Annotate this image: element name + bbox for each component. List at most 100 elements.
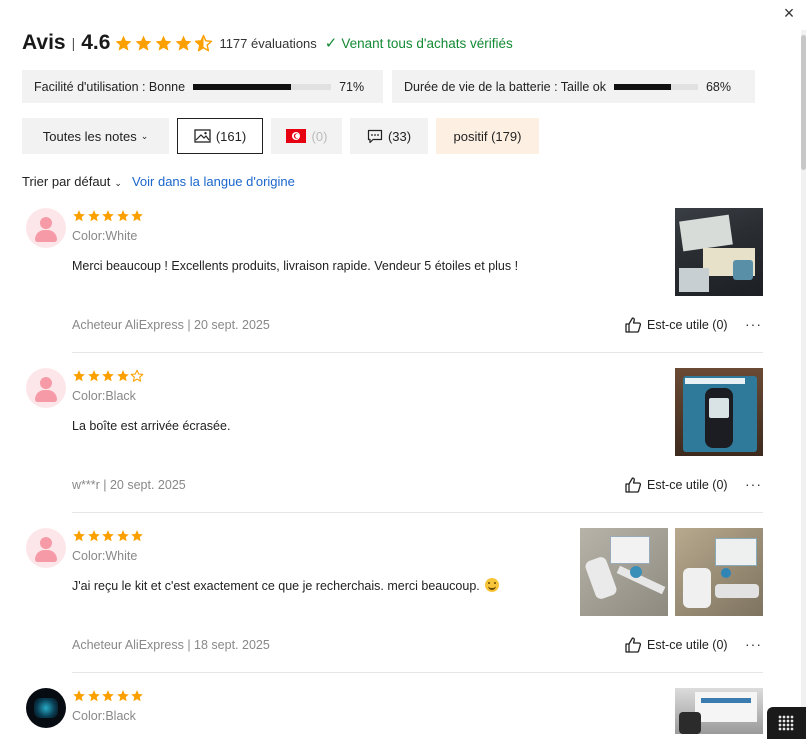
helpful-label: Est-ce utile (0) xyxy=(647,318,728,332)
average-score: 4.6 xyxy=(81,31,111,54)
avatar xyxy=(26,528,66,568)
title-separator: | xyxy=(71,35,76,51)
filter-local-country[interactable]: (0) xyxy=(271,118,342,154)
review-text: La boîte est arrivée écrasée. xyxy=(72,419,231,433)
qr-code-widget[interactable] xyxy=(767,707,806,739)
tunisia-flag-icon xyxy=(285,129,306,143)
chevron-down-icon: ⌄ xyxy=(114,178,122,188)
review-stars xyxy=(72,529,145,543)
star-icon xyxy=(176,35,192,51)
stat-percent: 71% xyxy=(339,79,365,94)
star-icon xyxy=(156,35,172,51)
star-icon xyxy=(102,530,115,542)
helpful-label: Est-ce utile (0) xyxy=(647,478,728,492)
image-icon xyxy=(194,129,211,143)
review-stars xyxy=(72,369,145,383)
filter-all-notes-label: Toutes les notes xyxy=(42,128,137,144)
star-icon xyxy=(73,530,85,542)
filter-positive-label: positif (179) xyxy=(453,128,522,144)
helpful-label: Est-ce utile (0) xyxy=(647,638,728,652)
review-divider xyxy=(72,352,763,353)
star-icon xyxy=(116,35,132,51)
stat-bar-fill xyxy=(613,83,672,90)
comment-icon xyxy=(367,129,383,143)
star-icon xyxy=(102,370,115,382)
star-icon xyxy=(87,690,100,702)
avatar xyxy=(26,208,66,248)
star-icon xyxy=(131,530,144,542)
star-icon xyxy=(73,210,85,222)
sort-label: Trier par défaut xyxy=(22,174,111,189)
star-icon xyxy=(102,210,115,222)
review-color-option: Color:Black xyxy=(72,709,136,723)
stat-bar xyxy=(193,83,332,90)
more-options-icon[interactable]: ··· xyxy=(745,316,762,332)
stat-battery-life: Durée de vie de la batterie : Taille ok … xyxy=(392,70,755,103)
review-photo[interactable] xyxy=(675,368,763,456)
reviews-header: Avis | 4.6 1177 évaluations ✓ Venant tou… xyxy=(22,30,513,56)
check-icon: ✓ xyxy=(324,35,338,52)
filter-positive[interactable]: positif (179) xyxy=(436,118,539,154)
scrollbar[interactable] xyxy=(801,30,806,739)
star-icon xyxy=(131,210,144,222)
review-photo[interactable] xyxy=(580,528,668,616)
stat-bar-fill xyxy=(193,83,292,90)
sort-row: Trier par défaut ⌄ Voir dans la langue d'… xyxy=(22,174,295,189)
star-icon xyxy=(87,210,100,222)
review-text-content: J'ai reçu le kit et c'est exactement ce … xyxy=(72,579,480,593)
thumbs-up-icon xyxy=(625,317,642,333)
review-color-option: Color:Black xyxy=(72,389,136,403)
star-icon xyxy=(87,530,100,542)
stat-percent: 68% xyxy=(705,79,732,94)
star-icon xyxy=(116,370,129,382)
star-icon xyxy=(73,370,85,382)
review-stars xyxy=(72,689,145,703)
average-rating-stars xyxy=(114,34,214,53)
review-author-date: w***r | 20 sept. 2025 xyxy=(72,478,186,492)
filter-with-comments[interactable]: (33) xyxy=(350,118,428,154)
avatar xyxy=(26,688,66,728)
review-author-date: Acheteur AliExpress | 18 sept. 2025 xyxy=(72,638,270,652)
thumbs-up-icon xyxy=(625,637,642,653)
filter-with-photos[interactable]: (161) xyxy=(177,118,263,154)
more-options-icon[interactable]: ··· xyxy=(745,476,762,492)
more-options-icon[interactable]: ··· xyxy=(745,636,762,652)
half-star-icon xyxy=(195,34,213,51)
empty-star-icon xyxy=(131,369,144,382)
close-icon[interactable]: × xyxy=(778,2,800,24)
avatar xyxy=(26,368,66,408)
smile-emoji-icon xyxy=(485,578,500,592)
scrollbar-thumb[interactable] xyxy=(801,35,806,170)
review-photo[interactable] xyxy=(675,528,763,616)
review-photo[interactable] xyxy=(675,688,763,734)
review-stars xyxy=(72,209,145,223)
review-color-option: Color:White xyxy=(72,549,138,563)
verified-purchases-text: Venant tous d'achats vérifiés xyxy=(341,35,513,51)
star-icon xyxy=(136,35,152,51)
helpful-button[interactable]: Est-ce utile (0) xyxy=(624,476,728,494)
star-icon xyxy=(116,690,129,702)
review-photo[interactable] xyxy=(675,208,763,296)
stat-bar xyxy=(613,83,698,90)
star-icon xyxy=(131,690,144,702)
star-icon xyxy=(116,530,129,542)
star-icon xyxy=(116,210,129,222)
filter-all-notes[interactable]: Toutes les notes ⌄ xyxy=(22,118,169,154)
stat-label: Durée de vie de la batterie : Taille ok xyxy=(404,79,606,94)
filter-with-photos-label: (161) xyxy=(215,128,247,144)
star-icon xyxy=(102,690,115,702)
helpful-button[interactable]: Est-ce utile (0) xyxy=(624,636,728,654)
review-text: Merci beaucoup ! Excellents produits, li… xyxy=(72,259,519,273)
original-language-link[interactable]: Voir dans la langue d'origine xyxy=(132,174,295,189)
stat-label: Facilité d'utilisation : Bonne xyxy=(34,79,186,94)
star-icon xyxy=(87,370,100,382)
page-title: Avis xyxy=(22,31,66,54)
ratings-count: 1177 évaluations xyxy=(219,35,317,51)
sort-dropdown[interactable]: Trier par défaut ⌄ xyxy=(22,174,122,189)
helpful-button[interactable]: Est-ce utile (0) xyxy=(624,316,728,334)
star-icon xyxy=(73,690,85,702)
stat-ease-of-use: Facilité d'utilisation : Bonne 71% xyxy=(22,70,383,103)
reviews-panel: × Avis | 4.6 1177 évaluations ✓ Venant t… xyxy=(0,0,806,739)
chevron-down-icon: ⌄ xyxy=(140,130,149,141)
review-text: J'ai reçu le kit et c'est exactement ce … xyxy=(72,578,500,593)
